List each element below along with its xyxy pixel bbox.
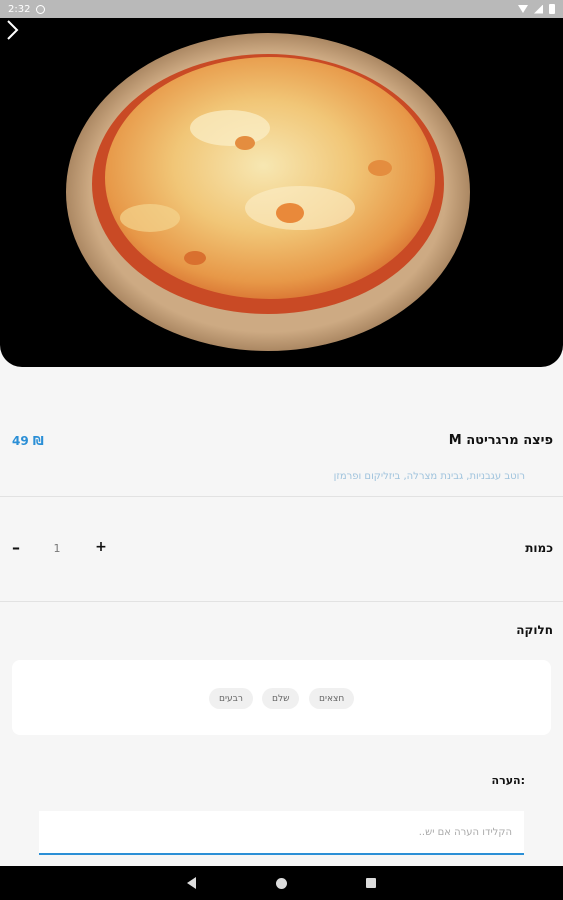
back-icon (186, 877, 196, 889)
recents-button[interactable] (351, 866, 391, 900)
status-time: 2:32 (8, 3, 31, 15)
status-right (518, 4, 555, 14)
quantity-value: 1 (53, 542, 61, 555)
note-label: הערה: (491, 774, 525, 787)
note-input[interactable] (39, 811, 524, 855)
notification-icon (36, 4, 46, 14)
home-icon (275, 877, 287, 889)
pizza-image (66, 33, 470, 351)
home-button[interactable] (261, 866, 301, 900)
product-image (0, 18, 563, 367)
status-left: 2:32 (8, 3, 46, 15)
system-nav-bar (0, 866, 563, 900)
product-description: רוטב עגבניות, גבינת מצרלה, ביזליקום ופרמ… (333, 471, 525, 482)
quantity-label: כמות (525, 541, 553, 555)
quantity-decrease-button[interactable]: – (8, 538, 24, 558)
division-label: חלוקה (516, 623, 553, 637)
divider (0, 496, 563, 497)
division-option-quarters[interactable]: רבעים (209, 688, 253, 709)
status-bar: 2:32 (0, 0, 563, 18)
battery-icon (549, 4, 555, 14)
product-price: 49 ₪ (12, 434, 44, 448)
wifi-icon (518, 5, 528, 13)
back-button[interactable] (171, 866, 211, 900)
signal-icon (534, 4, 543, 14)
division-option-halves[interactable]: חצאים (309, 688, 355, 709)
quantity-increase-button[interactable]: + (93, 539, 109, 559)
division-option-whole[interactable]: שלם (262, 688, 300, 709)
chevron-right-icon[interactable] (0, 18, 24, 42)
divider (0, 601, 563, 602)
product-title: פיצה מרגריטה M (448, 433, 553, 448)
recents-icon (366, 878, 376, 888)
